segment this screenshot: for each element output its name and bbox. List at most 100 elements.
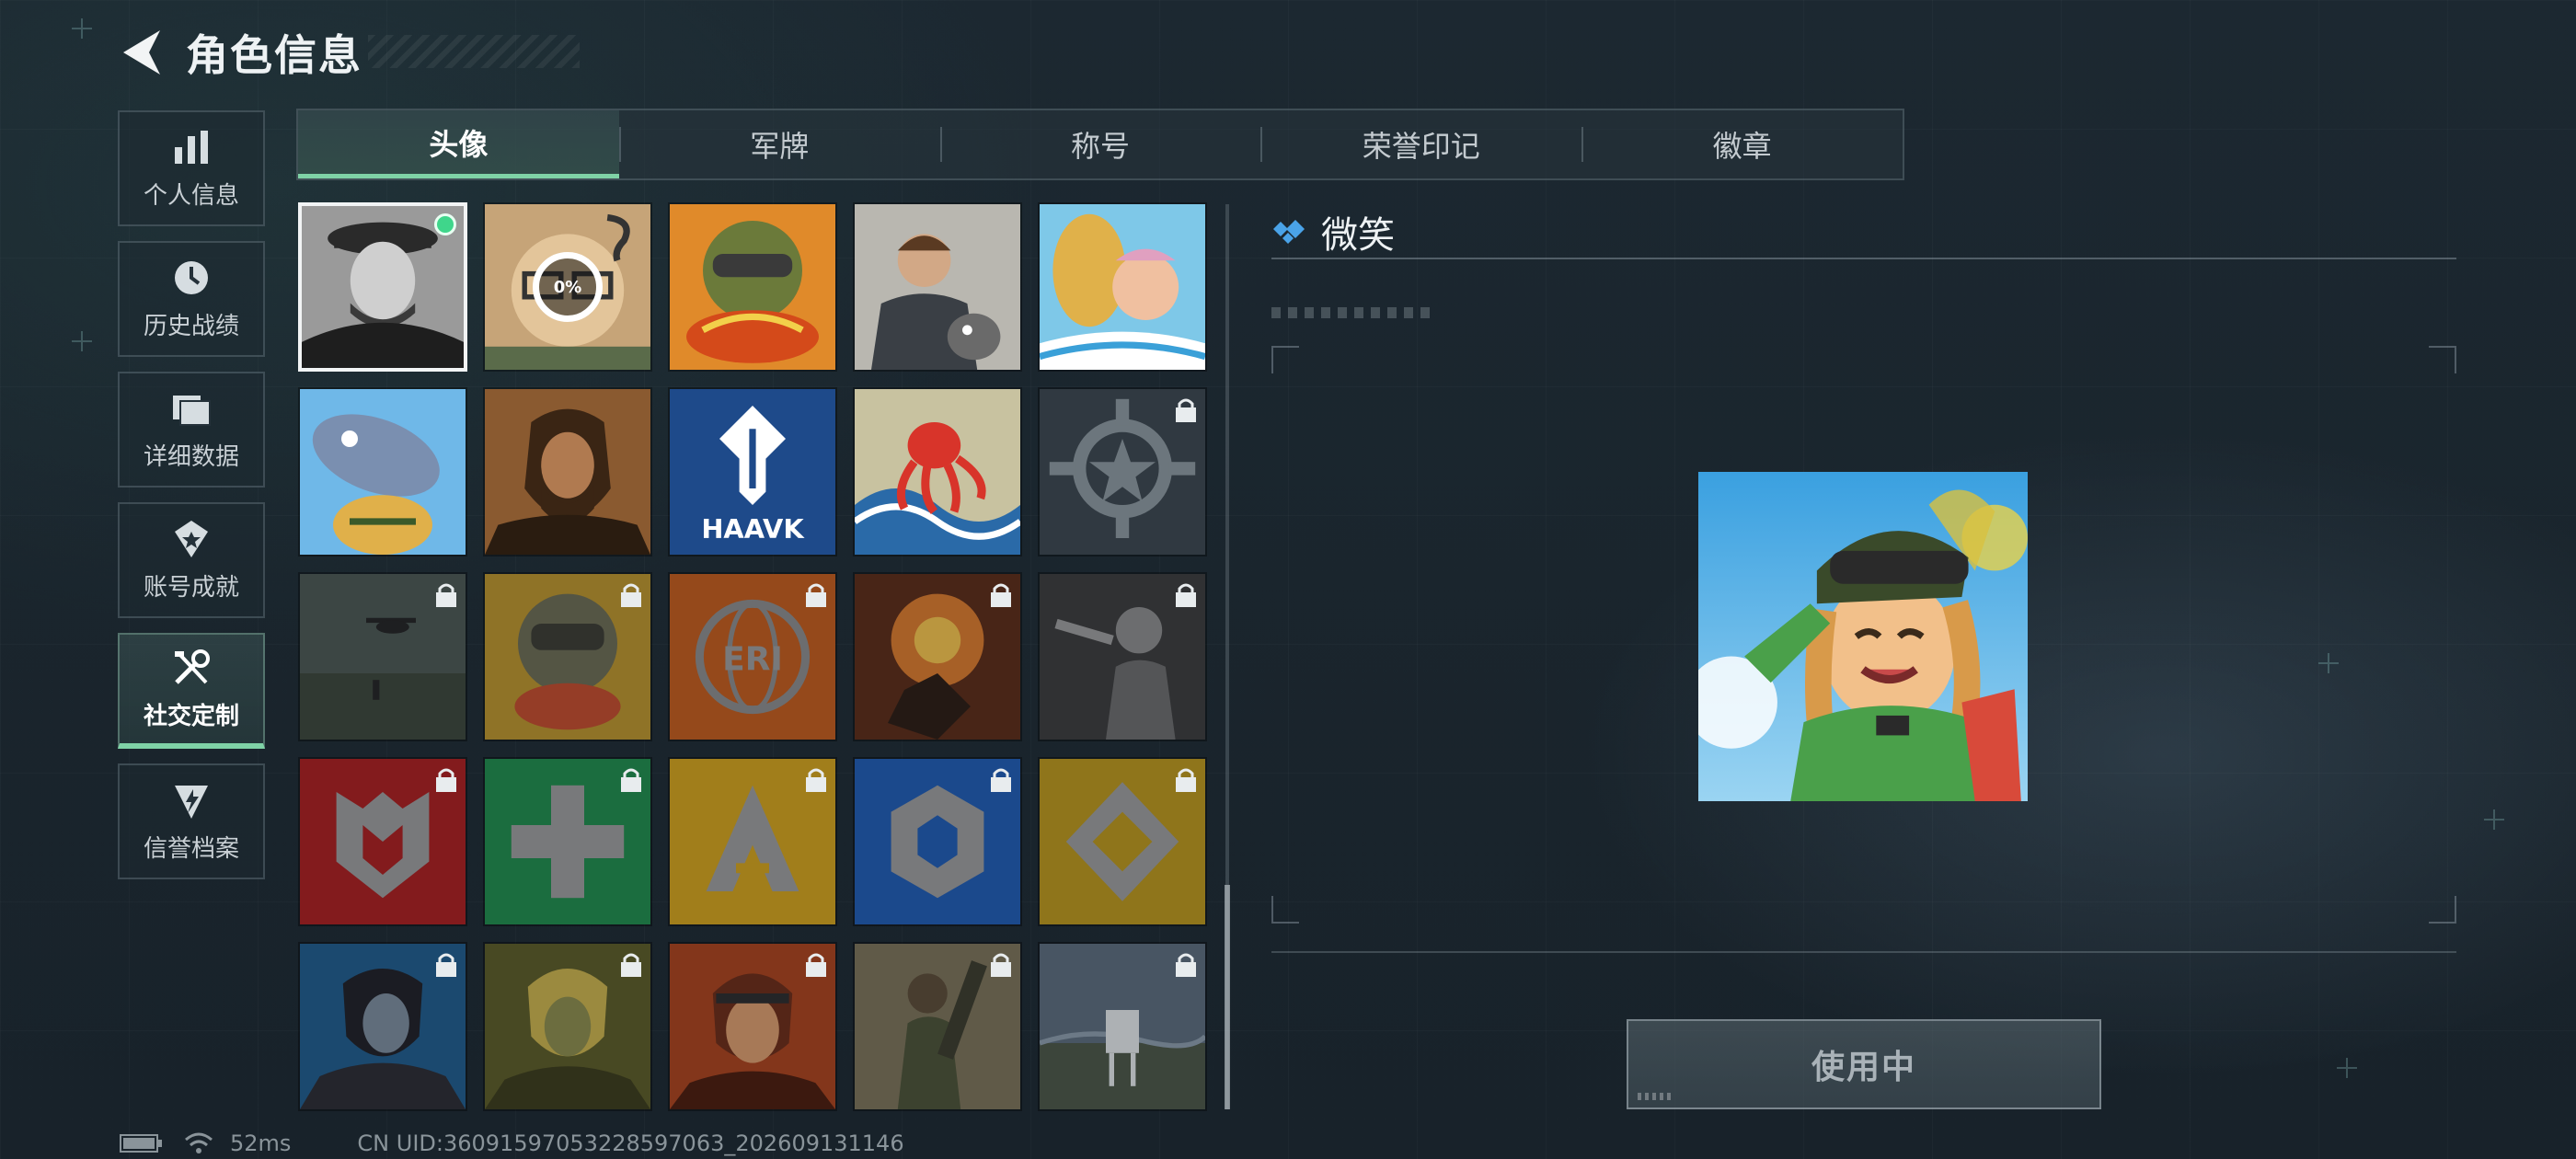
avatar-tile[interactable] bbox=[298, 757, 467, 926]
avatar-tile[interactable] bbox=[1038, 387, 1207, 557]
sidebar-item-reputation[interactable]: 信誉档案 bbox=[118, 763, 265, 879]
sidebar-item-label: 历史战绩 bbox=[143, 312, 239, 340]
avatar-preview-image bbox=[1698, 471, 2028, 802]
button-decoration bbox=[1638, 1093, 1674, 1100]
divider bbox=[1271, 951, 2456, 953]
in-use-label: 使用中 bbox=[1811, 1049, 1916, 1086]
frame-corner bbox=[1271, 346, 1299, 373]
lock-icon bbox=[989, 766, 1013, 794]
deco-crosshair bbox=[72, 18, 92, 39]
lock-icon bbox=[1174, 581, 1198, 609]
lock-icon bbox=[619, 951, 643, 979]
shield-bolt-icon bbox=[171, 780, 212, 820]
lock-icon bbox=[989, 951, 1013, 979]
sidebar: 个人信息 历史战绩 详细数据 账号成就 社交定制 信誉档案 bbox=[118, 110, 265, 894]
scrollbar-thumb[interactable] bbox=[1225, 885, 1230, 1109]
progress-indicator: 0% bbox=[533, 252, 603, 322]
deco-crosshair bbox=[2484, 809, 2504, 830]
sidebar-item-label: 账号成就 bbox=[143, 573, 239, 602]
sidebar-item-label: 详细数据 bbox=[143, 442, 239, 471]
frame-corner bbox=[1271, 896, 1299, 924]
lock-icon bbox=[804, 951, 828, 979]
avatar-tile[interactable] bbox=[298, 572, 467, 741]
avatar-image bbox=[855, 389, 1020, 555]
tab-title[interactable]: 称号 bbox=[939, 110, 1261, 178]
lock-icon bbox=[1174, 396, 1198, 424]
sidebar-item-personal-info[interactable]: 个人信息 bbox=[118, 110, 265, 226]
sidebar-item-detailed-data[interactable]: 详细数据 bbox=[118, 372, 265, 488]
tab-avatar[interactable]: 头像 bbox=[298, 110, 619, 178]
avatar-grid: 0% HAAVK ERI bbox=[298, 202, 1211, 1111]
lock-icon bbox=[434, 951, 458, 979]
lock-icon bbox=[989, 581, 1013, 609]
divider bbox=[1271, 258, 2456, 259]
avatar-image bbox=[855, 204, 1020, 370]
avatar-tile[interactable] bbox=[853, 572, 1022, 741]
avatar-tile[interactable] bbox=[483, 757, 652, 926]
avatar-image bbox=[300, 389, 466, 555]
tab-honor-mark[interactable]: 荣誉印记 bbox=[1260, 110, 1581, 178]
lock-icon bbox=[434, 766, 458, 794]
tab-dog-tag[interactable]: 军牌 bbox=[618, 110, 940, 178]
avatar-image bbox=[670, 204, 835, 370]
user-uid: CN UID:36091597053228597063_202609131146 bbox=[357, 1130, 904, 1156]
grid-scrollbar[interactable] bbox=[1225, 204, 1230, 1109]
lock-icon bbox=[1174, 766, 1198, 794]
avatar-tile[interactable] bbox=[668, 202, 837, 372]
lock-icon bbox=[804, 766, 828, 794]
wifi-icon bbox=[184, 1131, 213, 1155]
owned-indicator bbox=[434, 213, 456, 235]
avatar-tile[interactable] bbox=[1038, 572, 1207, 741]
lock-icon bbox=[619, 766, 643, 794]
avatar-tile[interactable] bbox=[1038, 202, 1207, 372]
avatar-image bbox=[1040, 204, 1205, 370]
sidebar-item-label: 个人信息 bbox=[143, 181, 239, 210]
avatar-tile[interactable] bbox=[668, 757, 837, 926]
sidebar-item-history[interactable]: 历史战绩 bbox=[118, 241, 265, 357]
diamond-icon bbox=[1271, 216, 1308, 247]
sidebar-item-achievements[interactable]: 账号成就 bbox=[118, 502, 265, 618]
sidebar-item-label: 社交定制 bbox=[143, 702, 239, 730]
avatar-tile[interactable]: ERI bbox=[668, 572, 837, 741]
tab-badge[interactable]: 徽章 bbox=[1581, 110, 1903, 178]
category-tabs: 头像 军牌 称号 荣誉印记 徽章 bbox=[296, 109, 1904, 180]
battery-icon bbox=[120, 1133, 164, 1153]
avatar-description bbox=[1271, 307, 1437, 318]
sidebar-item-social-custom[interactable]: 社交定制 bbox=[118, 633, 265, 749]
avatar-tile[interactable]: HAAVK bbox=[668, 387, 837, 557]
avatar-tile[interactable] bbox=[853, 757, 1022, 926]
back-arrow-icon[interactable] bbox=[120, 27, 164, 78]
avatar-tile[interactable] bbox=[853, 202, 1022, 372]
avatar-name: 微笑 bbox=[1321, 214, 1395, 257]
avatar-tile[interactable] bbox=[853, 942, 1022, 1111]
lock-icon bbox=[804, 581, 828, 609]
avatar-tile[interactable] bbox=[298, 942, 467, 1111]
avatar-tile[interactable] bbox=[298, 202, 467, 372]
page-header: 角色信息 bbox=[120, 20, 362, 85]
avatar-tile[interactable] bbox=[298, 387, 467, 557]
medal-icon bbox=[171, 519, 212, 559]
title-decoration bbox=[368, 35, 580, 68]
deco-crosshair bbox=[2337, 1058, 2357, 1078]
avatar-tile[interactable] bbox=[483, 572, 652, 741]
avatar-tile[interactable]: 0% bbox=[483, 202, 652, 372]
avatar-tile[interactable] bbox=[1038, 942, 1207, 1111]
sidebar-item-label: 信誉档案 bbox=[143, 834, 239, 863]
avatar-tile[interactable] bbox=[483, 942, 652, 1111]
lock-icon bbox=[619, 581, 643, 609]
avatar-tile[interactable] bbox=[668, 942, 837, 1111]
lock-icon bbox=[1174, 951, 1198, 979]
page-title: 角色信息 bbox=[186, 30, 362, 80]
eri-logo-text: ERI bbox=[722, 640, 783, 678]
avatar-tile[interactable] bbox=[1038, 757, 1207, 926]
deco-crosshair bbox=[72, 331, 92, 351]
avatar-tile[interactable] bbox=[483, 387, 652, 557]
avatar-tile[interactable] bbox=[853, 387, 1022, 557]
avatar-image bbox=[485, 389, 650, 555]
ping-readout: 52ms bbox=[230, 1130, 292, 1156]
avatar-image: HAAVK bbox=[670, 389, 835, 555]
haavk-logo-text: HAAVK bbox=[701, 513, 805, 545]
in-use-button[interactable]: 使用中 bbox=[1627, 1019, 2101, 1109]
detail-header: 微笑 bbox=[1271, 204, 2456, 259]
clock-icon bbox=[171, 258, 212, 298]
